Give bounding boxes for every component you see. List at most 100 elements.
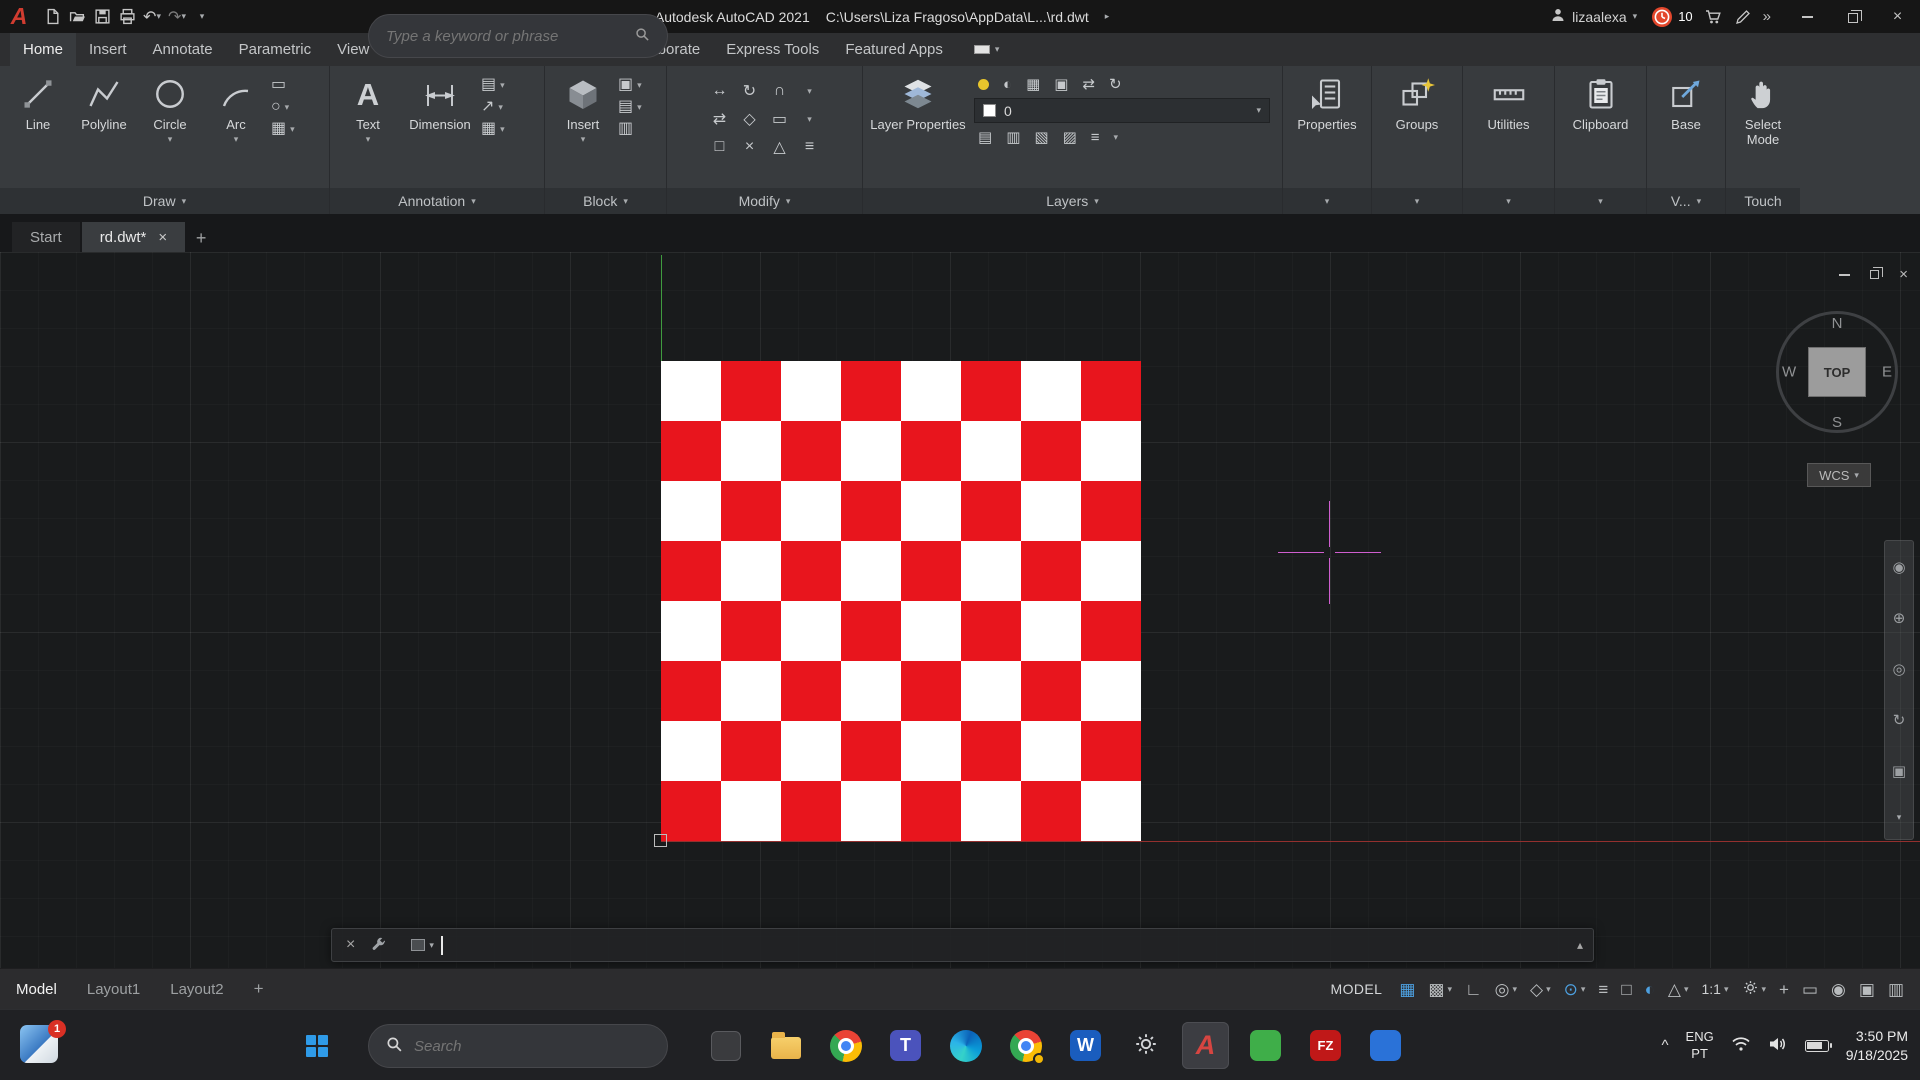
clean-screen-button[interactable]: ▥ bbox=[1888, 981, 1904, 998]
tab-express-tools[interactable]: Express Tools bbox=[713, 33, 832, 66]
hardware-acceleration-toggle[interactable]: ▣ bbox=[1859, 981, 1875, 998]
plot-button[interactable] bbox=[115, 4, 139, 30]
layout2-tab[interactable]: Layout2 bbox=[170, 981, 223, 998]
view-panel-title[interactable]: V...▾ bbox=[1647, 188, 1725, 214]
layer-merge-icon[interactable]: ▧ bbox=[1034, 128, 1048, 146]
chevron-down-icon[interactable]: ▾ bbox=[1633, 12, 1638, 21]
tab-insert[interactable]: Insert bbox=[76, 33, 140, 66]
viewcube-west[interactable]: W bbox=[1782, 364, 1796, 381]
snap-toggle[interactable]: ▩▾ bbox=[1428, 981, 1452, 998]
taskbar-app-green-tool[interactable] bbox=[1242, 1022, 1289, 1069]
help-search-field[interactable] bbox=[368, 14, 668, 58]
insert-button[interactable]: Insert ▾ bbox=[550, 69, 616, 144]
leader-tool-button[interactable]: ↗▾ bbox=[481, 99, 505, 115]
layout1-tab[interactable]: Layout1 bbox=[87, 981, 140, 998]
groups-button[interactable]: Groups bbox=[1377, 69, 1457, 133]
volume-icon[interactable] bbox=[1768, 1036, 1788, 1055]
autoscale-toggle[interactable]: △▾ bbox=[1668, 981, 1689, 998]
pan-icon[interactable]: ⊕ bbox=[1893, 609, 1906, 627]
viewcube-south[interactable]: S bbox=[1832, 414, 1842, 431]
chevron-down-icon[interactable]: ▾ bbox=[1114, 133, 1119, 142]
arc-button[interactable]: Arc ▾ bbox=[203, 69, 269, 144]
layer-walk-icon[interactable]: ▥ bbox=[1006, 128, 1020, 146]
workspace-switcher[interactable]: ▾ bbox=[1742, 979, 1767, 999]
app-store-cart-icon[interactable] bbox=[1705, 9, 1723, 25]
isodraft-toggle[interactable]: ◇▾ bbox=[1530, 981, 1551, 998]
edit-block-button[interactable]: ▤▾ bbox=[618, 99, 642, 115]
undo-button[interactable]: ↶▾ bbox=[140, 4, 164, 30]
chevron-down-icon[interactable]: ▾ bbox=[156, 12, 161, 21]
polar-tracking-toggle[interactable]: ◎▾ bbox=[1495, 981, 1517, 998]
select-mode-button[interactable]: Select Mode bbox=[1731, 69, 1795, 148]
start-button[interactable] bbox=[296, 1025, 338, 1067]
viewcube-north[interactable]: N bbox=[1832, 315, 1843, 332]
isolate-objects-button[interactable]: ◉ bbox=[1831, 981, 1846, 998]
help-search-input[interactable] bbox=[386, 28, 624, 45]
hatch-tool-button[interactable]: ▦▾ bbox=[271, 121, 295, 137]
battery-icon[interactable] bbox=[1805, 1040, 1829, 1052]
autocad-logo-icon[interactable]: A bbox=[0, 0, 38, 33]
tab-featured-apps[interactable]: Featured Apps bbox=[832, 33, 956, 66]
customize-qat-button[interactable]: ▾ bbox=[190, 4, 214, 30]
dynamic-input-toggle[interactable]: □ bbox=[1621, 981, 1631, 998]
taskbar-app-word[interactable]: W bbox=[1062, 1022, 1109, 1069]
more-toolbar-icon[interactable]: » bbox=[1763, 8, 1771, 25]
layer-properties-button[interactable]: Layer Properties bbox=[868, 69, 968, 133]
viewcube-top-face[interactable]: TOP bbox=[1808, 347, 1866, 397]
chevron-down-icon[interactable]: ▾ bbox=[1684, 985, 1689, 994]
block-panel-title[interactable]: Block▾ bbox=[545, 188, 666, 214]
circle-button[interactable]: Circle ▾ bbox=[137, 69, 203, 144]
viewcube[interactable]: N S W E TOP bbox=[1767, 302, 1907, 442]
array-tool-button[interactable]: ▭ bbox=[772, 109, 787, 129]
model-space-indicator[interactable]: MODEL bbox=[1331, 981, 1383, 997]
origin-grip-marker[interactable] bbox=[654, 834, 667, 847]
feedback-pencil-icon[interactable] bbox=[1735, 9, 1751, 25]
mirror-tool-button[interactable]: ⇄ bbox=[713, 109, 726, 129]
command-line[interactable]: × ▾ ▴ bbox=[331, 928, 1594, 962]
object-snap-toggle[interactable]: ⊙▾ bbox=[1564, 981, 1586, 998]
properties-button[interactable]: Properties bbox=[1288, 69, 1366, 133]
grid-toggle[interactable]: ▦ bbox=[1399, 981, 1415, 998]
redo-button[interactable]: ↷▾ bbox=[165, 4, 189, 30]
chevron-down-icon[interactable]: ▾ bbox=[181, 12, 186, 21]
open-file-button[interactable] bbox=[65, 4, 89, 30]
taskbar-app-edge[interactable] bbox=[942, 1022, 989, 1069]
rectangle-tool-button[interactable]: ▭ bbox=[271, 77, 295, 93]
taskbar-search-input[interactable] bbox=[414, 1038, 650, 1055]
taskbar-app-settings[interactable] bbox=[1122, 1022, 1169, 1069]
layer-on-bulb-icon[interactable] bbox=[978, 79, 989, 90]
draw-panel-title[interactable]: Draw▾ bbox=[0, 188, 329, 214]
tab-parametric[interactable]: Parametric bbox=[226, 33, 325, 66]
chevron-down-icon[interactable]: ▾ bbox=[234, 135, 239, 144]
hidden-icons-chevron[interactable]: ^ bbox=[1661, 1037, 1668, 1054]
layers-panel-title[interactable]: Layers▾ bbox=[863, 188, 1282, 214]
line-button[interactable]: Line bbox=[5, 69, 71, 133]
modify-panel-title[interactable]: Modify▾ bbox=[667, 188, 862, 214]
properties-panel-title[interactable]: ▾ bbox=[1283, 188, 1371, 214]
taskbar-app-task-view[interactable] bbox=[702, 1022, 749, 1069]
minimize-button[interactable] bbox=[1785, 0, 1830, 33]
trim-tool-button[interactable]: ∩ bbox=[774, 82, 786, 100]
dimension-button[interactable]: Dimension bbox=[401, 69, 479, 133]
annotation-monitor-toggle[interactable]: + bbox=[1779, 981, 1789, 998]
new-layout-button[interactable]: + bbox=[254, 979, 264, 999]
annotation-panel-title[interactable]: Annotation▾ bbox=[330, 188, 544, 214]
layer-off-icon[interactable]: ▤ bbox=[978, 128, 992, 146]
viewcube-east[interactable]: E bbox=[1882, 364, 1892, 381]
drawing-canvas[interactable]: × N S W E TOP WCS ▾ ◉ ⊕ ◎ ↻ ▣ ▾ × bbox=[0, 252, 1920, 968]
ortho-toggle[interactable]: ∟ bbox=[1465, 981, 1482, 998]
chevron-down-icon[interactable]: ▾ bbox=[1897, 813, 1902, 822]
polyline-button[interactable]: Polyline bbox=[71, 69, 137, 133]
utilities-button[interactable]: Utilities bbox=[1468, 69, 1549, 133]
taskbar-app-chrome[interactable] bbox=[822, 1022, 869, 1069]
search-icon[interactable] bbox=[635, 27, 650, 45]
showmotion-icon[interactable]: ▣ bbox=[1892, 762, 1906, 780]
close-button[interactable]: × bbox=[1875, 0, 1920, 33]
lineweight-toggle[interactable]: ≡ bbox=[1598, 981, 1608, 998]
chevron-down-icon[interactable]: ▾ bbox=[1256, 106, 1261, 115]
layer-freeze-icon[interactable]: ◐ bbox=[1003, 76, 1012, 93]
orbit-icon[interactable]: ↻ bbox=[1893, 711, 1906, 729]
block-attributes-button[interactable]: ▥ bbox=[618, 121, 642, 137]
restore-button[interactable] bbox=[1830, 0, 1875, 33]
fillet-tool-button[interactable]: ◇ bbox=[743, 109, 755, 129]
